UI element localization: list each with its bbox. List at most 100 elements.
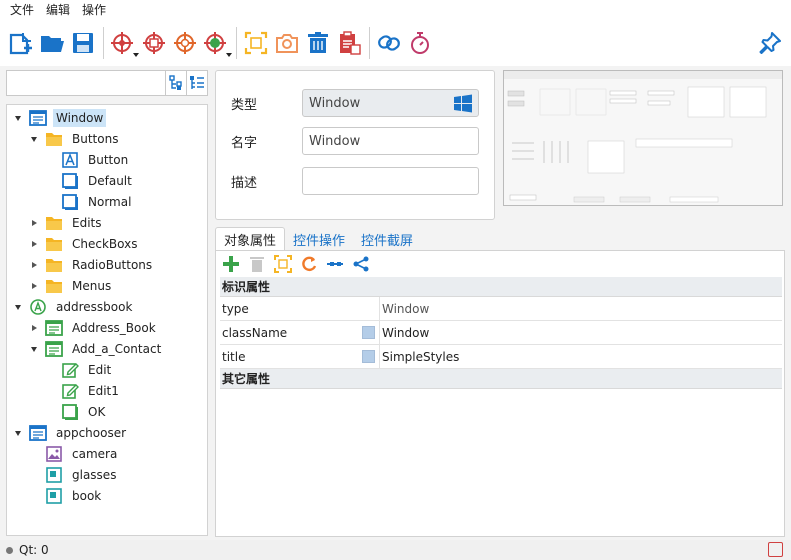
tree-item-label: Button bbox=[88, 153, 129, 167]
tree-item-glasses[interactable]: glasses bbox=[29, 465, 119, 485]
collapse-arrow-icon[interactable] bbox=[29, 239, 39, 249]
expand-arrow-icon[interactable] bbox=[29, 134, 39, 144]
add-property-icon[interactable] bbox=[220, 253, 242, 275]
collapse-arrow-icon[interactable] bbox=[29, 260, 39, 270]
link-icon[interactable] bbox=[374, 28, 404, 58]
checkbox-swatch[interactable] bbox=[362, 350, 375, 363]
menu-action[interactable]: 操作 bbox=[76, 0, 112, 20]
tab-control-screenshot[interactable]: 控件截屏 bbox=[353, 227, 421, 251]
tree-item-button[interactable]: Button bbox=[45, 150, 131, 170]
status-bar: Qt: 0 bbox=[0, 540, 791, 560]
expand-arrow-icon[interactable] bbox=[13, 302, 23, 312]
tree-item-appchooser[interactable]: appchooser bbox=[13, 423, 129, 443]
tree-item-edit1[interactable]: Edit1 bbox=[45, 381, 122, 401]
button-icon bbox=[61, 151, 79, 169]
folder-icon bbox=[45, 130, 63, 148]
trash-icon[interactable] bbox=[303, 28, 333, 58]
tree-item-label: Window bbox=[53, 109, 107, 127]
list-tree-icon[interactable] bbox=[187, 70, 208, 96]
timer-icon[interactable] bbox=[405, 28, 435, 58]
share-icon[interactable] bbox=[350, 253, 372, 275]
tree-item-edit[interactable]: Edit bbox=[45, 360, 114, 380]
table-row[interactable]: title SimpleStyles bbox=[220, 345, 782, 369]
target-add-icon[interactable] bbox=[108, 28, 139, 58]
tree-item-menus[interactable]: Menus bbox=[29, 276, 114, 296]
control-screenshot-preview bbox=[503, 70, 783, 206]
camera-icon[interactable] bbox=[272, 28, 302, 58]
collapse-arrow-icon[interactable] bbox=[29, 218, 39, 228]
target-image-icon[interactable] bbox=[139, 28, 169, 58]
tree-item-window[interactable]: Window bbox=[13, 108, 107, 128]
object-properties-panel: 类型 Window 名字 Window 描述 bbox=[215, 70, 495, 220]
tree-item-radiobuttons[interactable]: RadioButtons bbox=[29, 255, 155, 275]
tree-item-label: addressbook bbox=[56, 300, 133, 314]
tree-item-addressbook[interactable]: addressbook bbox=[13, 297, 135, 317]
tree-item-label: camera bbox=[72, 447, 118, 461]
property-value: Window bbox=[382, 325, 430, 340]
tree-item-label: Default bbox=[88, 174, 132, 188]
name-field[interactable]: Window bbox=[302, 127, 479, 155]
expand-arrow-icon[interactable] bbox=[13, 428, 23, 438]
capture-small-icon[interactable] bbox=[272, 253, 294, 275]
tree-item-edits[interactable]: Edits bbox=[29, 213, 105, 233]
expand-arrow-icon[interactable] bbox=[29, 344, 39, 354]
delete-property-icon[interactable] bbox=[246, 253, 268, 275]
stop-icon[interactable] bbox=[768, 542, 783, 557]
pin-icon[interactable] bbox=[755, 28, 785, 58]
folder-icon bbox=[45, 235, 63, 253]
tree-item-label: Add_a_Contact bbox=[72, 342, 162, 356]
menu-edit[interactable]: 编辑 bbox=[40, 0, 76, 20]
tree-search-row bbox=[6, 70, 208, 96]
property-link-icon[interactable] bbox=[324, 253, 346, 275]
tree-item-normal[interactable]: Normal bbox=[45, 192, 134, 212]
type-field: Window bbox=[302, 89, 479, 117]
save-icon[interactable] bbox=[68, 28, 98, 58]
capture-icon[interactable] bbox=[241, 28, 271, 58]
table-row[interactable]: type Window bbox=[220, 297, 782, 321]
clipboard-icon[interactable] bbox=[334, 28, 364, 58]
object-tree[interactable]: Window Buttons Button Default Normal Edits Che… bbox=[6, 104, 208, 536]
tree-item-checkboxs[interactable]: CheckBoxs bbox=[29, 234, 140, 254]
collapse-arrow-icon[interactable] bbox=[29, 323, 39, 333]
folder-icon bbox=[45, 256, 63, 274]
menu-bar: 文件 编辑 操作 bbox=[0, 0, 791, 20]
tree-item-book[interactable]: book bbox=[29, 486, 104, 506]
checkbox-swatch[interactable] bbox=[362, 326, 375, 339]
refresh-icon[interactable] bbox=[298, 253, 320, 275]
property-value: Window bbox=[382, 301, 430, 316]
control-icon bbox=[45, 487, 63, 505]
target-code-icon[interactable] bbox=[170, 28, 200, 58]
table-row[interactable]: className Window bbox=[220, 321, 782, 345]
expand-arrow-icon[interactable] bbox=[13, 113, 23, 123]
collapse-arrow-icon[interactable] bbox=[29, 281, 39, 291]
tab-object-properties[interactable]: 对象属性 bbox=[215, 227, 286, 251]
qt-target-icon[interactable] bbox=[201, 28, 232, 58]
new-file-icon[interactable] bbox=[6, 28, 36, 58]
search-input[interactable] bbox=[6, 70, 166, 96]
open-folder-icon[interactable] bbox=[37, 28, 67, 58]
desc-row: 描述 bbox=[216, 165, 496, 197]
tree-item-add_a_contact[interactable]: Add_a_Contact bbox=[29, 339, 164, 359]
tree-item-camera[interactable]: camera bbox=[29, 444, 120, 464]
property-value: SimpleStyles bbox=[382, 349, 460, 364]
toolbar-separator bbox=[369, 27, 370, 59]
property-grid: 标识属性 type Window className Window title … bbox=[220, 277, 782, 389]
control-icon bbox=[45, 466, 63, 484]
menu-file[interactable]: 文件 bbox=[4, 0, 40, 20]
tree-item-address_book[interactable]: Address_Book bbox=[29, 318, 159, 338]
tree-item-default[interactable]: Default bbox=[45, 171, 135, 191]
tree-item-ok[interactable]: OK bbox=[45, 402, 108, 422]
locate-tree-icon[interactable] bbox=[166, 70, 187, 96]
tree-item-label: Menus bbox=[72, 279, 112, 293]
tree-item-buttons[interactable]: Buttons bbox=[29, 129, 121, 149]
image-icon bbox=[45, 445, 63, 463]
status-text: Qt: 0 bbox=[19, 543, 49, 557]
tab-control-actions[interactable]: 控件操作 bbox=[285, 227, 353, 251]
desc-field[interactable] bbox=[302, 167, 479, 195]
button-icon bbox=[61, 193, 79, 211]
